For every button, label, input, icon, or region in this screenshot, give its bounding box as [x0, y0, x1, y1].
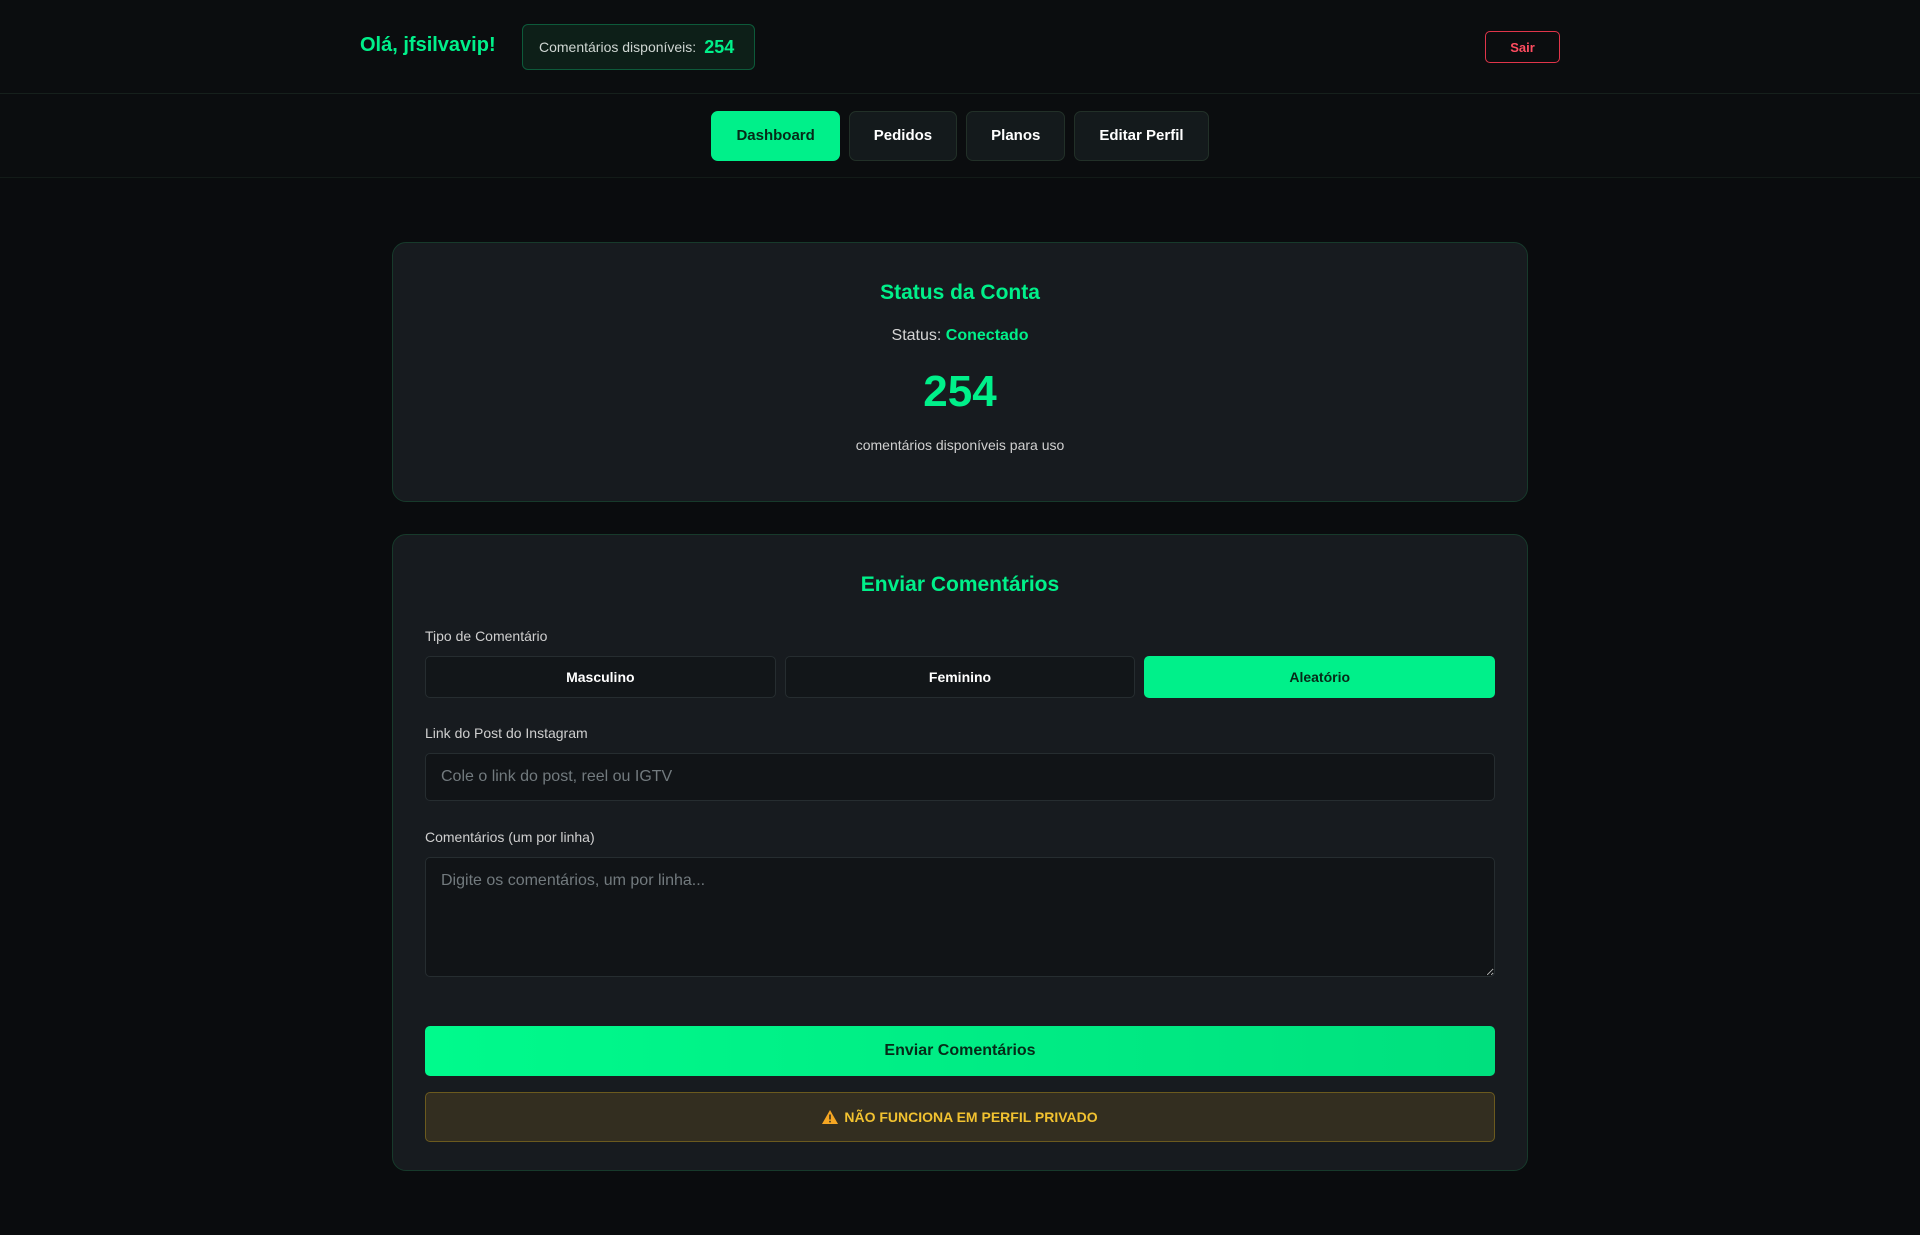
- status-label: Status:: [891, 327, 942, 344]
- warning-triangle-icon: [822, 1110, 839, 1124]
- type-masculino-button[interactable]: Masculino: [425, 656, 776, 698]
- credits-value: 254: [704, 36, 735, 57]
- comments-label: Comentários (um por linha): [425, 829, 595, 845]
- comment-type-selector: Masculino Feminino Aleatório: [425, 656, 1496, 698]
- status-card-title: Status da Conta: [880, 281, 1040, 304]
- private-profile-warning: NÃO FUNCIONA EM PERFIL PRIVADO: [425, 1092, 1495, 1142]
- account-status-card: Status da Conta Status: Conectado 254 co…: [392, 242, 1528, 502]
- credits-badge: Comentários disponíveis: 254: [522, 24, 755, 70]
- tab-editar-perfil[interactable]: Editar Perfil: [1074, 110, 1209, 161]
- warning-text: NÃO FUNCIONA EM PERFIL PRIVADO: [844, 1109, 1098, 1125]
- send-card-title: Enviar Comentários: [860, 573, 1060, 596]
- top-header: Olá, jfsilvavip! Comentários disponíveis…: [0, 0, 1920, 94]
- main-nav: Dashboard Pedidos Planos Editar Perfil: [0, 94, 1920, 178]
- type-feminino-button[interactable]: Feminino: [784, 656, 1136, 698]
- status-line: Status: Conectado: [393, 327, 1527, 345]
- type-aleatorio-button[interactable]: Aleatório: [1144, 656, 1496, 698]
- submit-comments-button[interactable]: Enviar Comentários: [425, 1026, 1495, 1076]
- available-count: 254: [923, 367, 997, 416]
- credits-label: Comentários disponíveis:: [539, 39, 697, 55]
- comments-textarea[interactable]: [425, 857, 1495, 977]
- post-link-input[interactable]: [425, 753, 1495, 801]
- available-count-caption: comentários disponíveis para uso: [855, 437, 1065, 453]
- status-value: Conectado: [945, 327, 1029, 344]
- send-comments-card: Enviar Comentários Tipo de Comentário Ma…: [392, 534, 1528, 1171]
- logout-button[interactable]: Sair: [1485, 31, 1560, 63]
- comment-type-label: Tipo de Comentário: [425, 628, 548, 644]
- tab-dashboard[interactable]: Dashboard: [711, 110, 840, 161]
- tab-pedidos[interactable]: Pedidos: [848, 110, 958, 161]
- greeting-text: Olá, jfsilvavip!: [360, 34, 496, 56]
- tab-planos[interactable]: Planos: [966, 110, 1066, 161]
- post-link-label: Link do Post do Instagram: [425, 725, 588, 741]
